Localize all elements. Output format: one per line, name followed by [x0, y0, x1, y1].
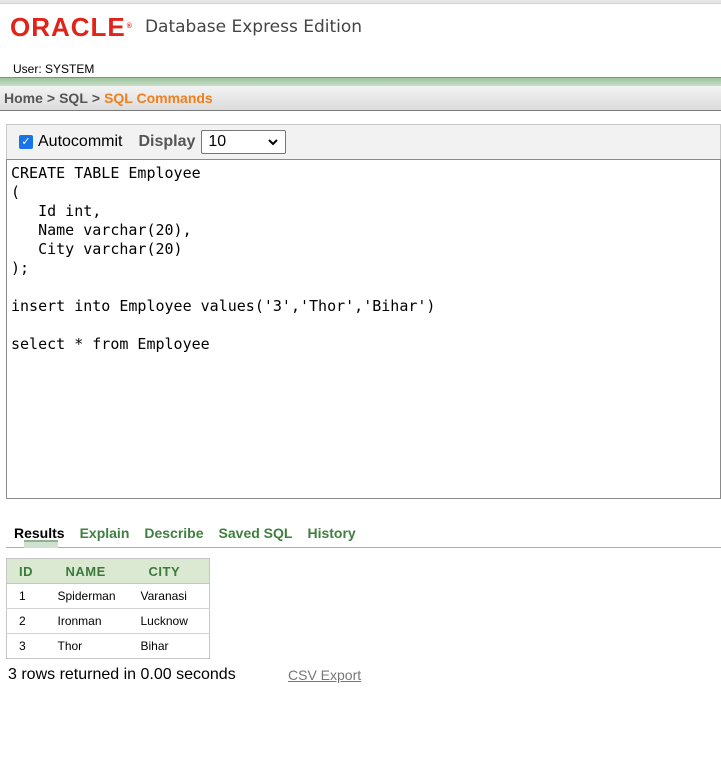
tab-describe[interactable]: Describe	[144, 525, 203, 541]
cell-name: Ironman	[46, 608, 135, 634]
cell-city: Varanasi	[134, 583, 210, 609]
tab-explain[interactable]: Explain	[80, 525, 130, 541]
tab-saved-sql[interactable]: Saved SQL	[219, 525, 293, 541]
sql-editor[interactable]: CREATE TABLE Employee ( Id int, Name var…	[6, 159, 721, 499]
code-line: Id int,	[11, 202, 102, 220]
code-line: insert into Employee values('3','Thor','…	[11, 297, 436, 315]
csv-export-link[interactable]: CSV Export	[288, 667, 361, 683]
breadcrumb-sql[interactable]: SQL	[59, 90, 88, 106]
table-header-row: ID NAME CITY	[6, 558, 210, 584]
cell-city: Lucknow	[134, 608, 210, 634]
column-header-city: CITY	[134, 558, 210, 584]
display-count-select[interactable]: 10	[201, 130, 287, 154]
active-tab-indicator	[24, 540, 58, 548]
cell-city: Bihar	[134, 633, 210, 659]
rows-returned-status: 3 rows returned in 0.00 seconds	[8, 666, 236, 683]
top-rule	[0, 0, 721, 4]
header-band	[0, 77, 721, 86]
cell-name: Spiderman	[46, 583, 135, 609]
code-line: select * from Employee	[11, 335, 210, 353]
sql-toolbar: ✓ Autocommit Display 10	[6, 124, 721, 159]
breadcrumb: Home > SQL > SQL Commands	[0, 86, 721, 111]
autocommit-label: Autocommit	[38, 133, 123, 150]
code-line: CREATE TABLE Employee	[11, 164, 201, 182]
breadcrumb-home[interactable]: Home	[4, 90, 43, 106]
code-line: City varchar(20)	[11, 240, 183, 258]
display-label: Display	[138, 133, 196, 150]
table-row: 3 Thor Bihar	[6, 633, 210, 659]
tab-history[interactable]: History	[307, 525, 355, 541]
breadcrumb-separator: >	[46, 90, 56, 106]
breadcrumb-separator: >	[91, 90, 101, 106]
cell-id: 1	[6, 583, 47, 609]
results-tabs: Results Explain Describe Saved SQL Histo…	[6, 518, 721, 548]
header-brand: ORACLE® Database Express Edition	[10, 14, 362, 40]
breadcrumb-sql-commands: SQL Commands	[104, 90, 213, 106]
results-table: ID NAME CITY 1 Spiderman Varanasi 2 Iron…	[6, 558, 210, 659]
table-row: 1 Spiderman Varanasi	[6, 583, 210, 609]
oracle-logo: ORACLE®	[10, 12, 133, 42]
tab-results[interactable]: Results	[14, 525, 65, 541]
column-header-name: NAME	[46, 558, 135, 584]
column-header-id: ID	[6, 558, 47, 584]
chevron-down-icon	[268, 139, 279, 146]
user-indicator: User: SYSTEM	[13, 62, 95, 76]
autocommit-checkbox[interactable]: ✓	[19, 135, 33, 149]
cell-id: 3	[6, 633, 47, 659]
product-name: Database Express Edition	[144, 17, 363, 37]
code-line: (	[11, 183, 21, 201]
code-line: Name varchar(20),	[11, 221, 192, 239]
display-count-value: 10	[208, 133, 227, 150]
table-row: 2 Ironman Lucknow	[6, 608, 210, 634]
cell-name: Thor	[46, 633, 135, 659]
cell-id: 2	[6, 608, 47, 634]
code-line: );	[11, 259, 30, 277]
